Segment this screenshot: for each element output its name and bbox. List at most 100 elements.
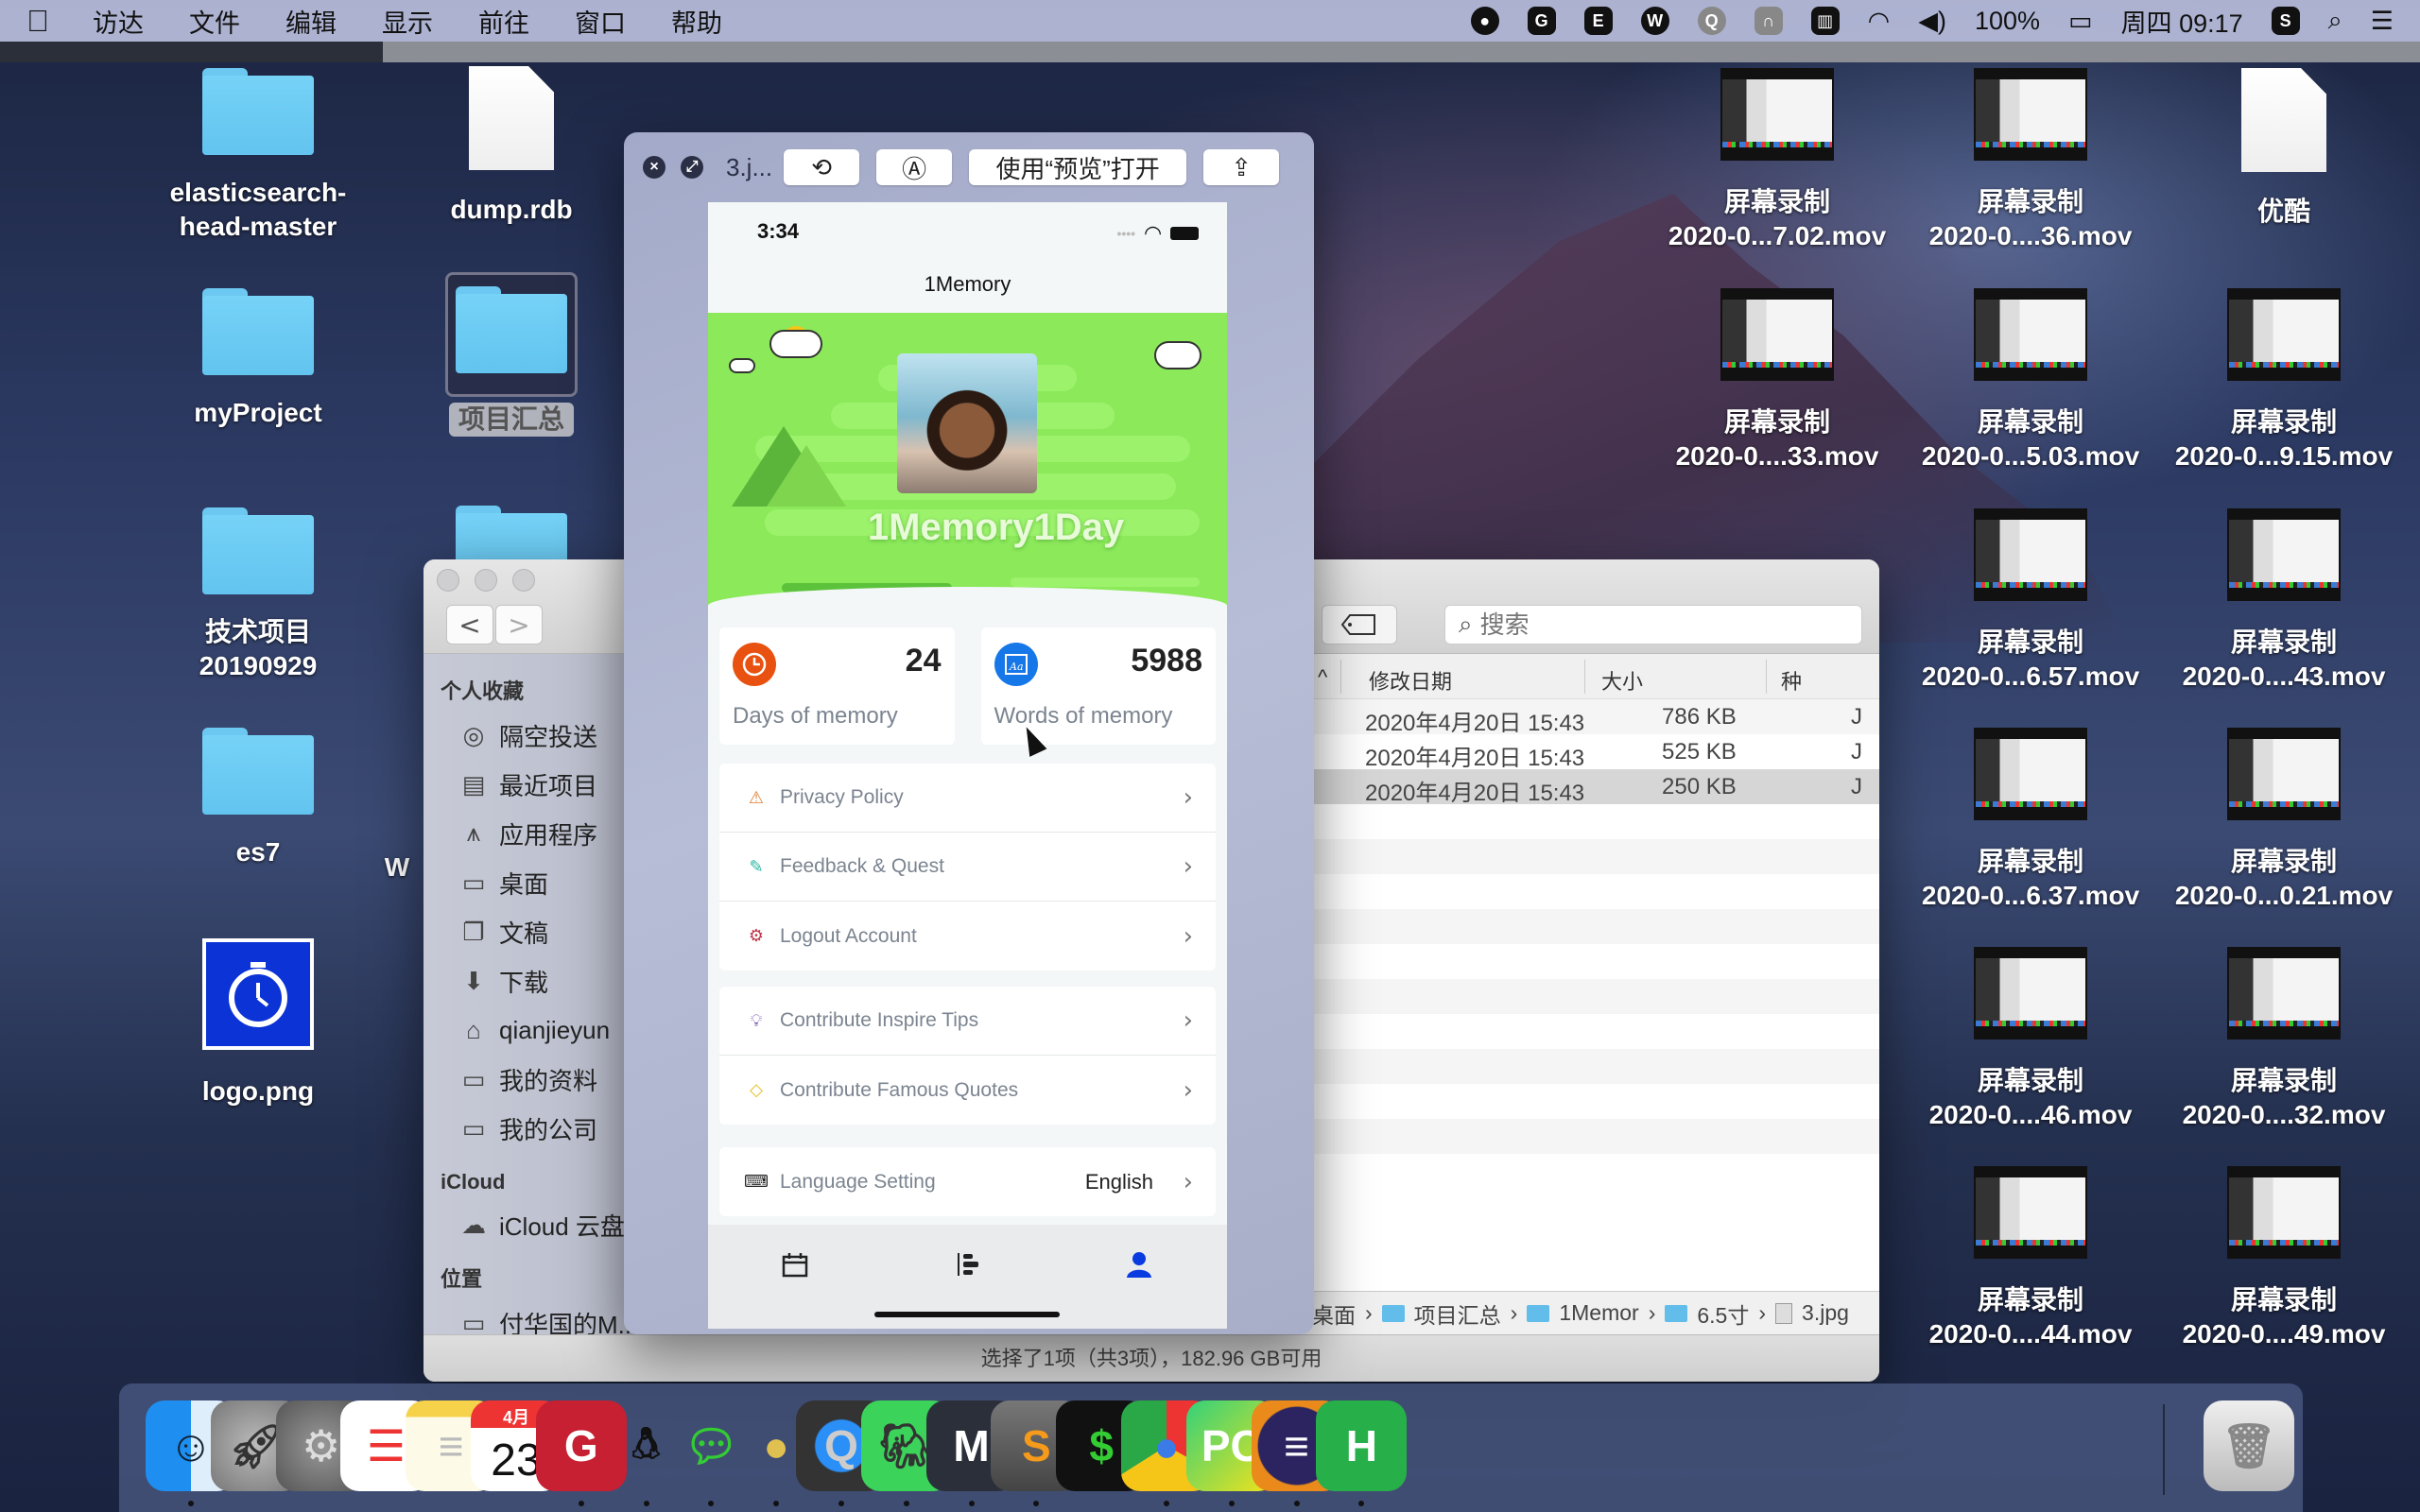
column-size[interactable]: 大小 (1601, 665, 1643, 696)
desktop-item[interactable]: 屏幕录制 2020-0....44.mov (1908, 1166, 2153, 1351)
window-controls (437, 569, 535, 592)
stat-days[interactable]: 24 Days of memory (719, 627, 955, 745)
open-with-preview-button[interactable]: 使用“预览”打开 (969, 149, 1187, 185)
desktop-item[interactable]: 屏幕录制 2020-0...6.37.mov (1908, 728, 2153, 913)
vpn-icon[interactable]: ∩ (1754, 7, 1783, 35)
sidebar-item-recents[interactable]: ▤ 最近项目 (424, 760, 641, 809)
file-row[interactable]: 2020年4月20日 15:43 250 KB J (1303, 769, 1879, 806)
search-field[interactable]: ⌕ (1444, 605, 1862, 644)
dock-app-hbuilder[interactable]: H (1316, 1400, 1408, 1491)
menu-item-famous-quotes[interactable]: ◇ Contribute Famous Quotes › (719, 1056, 1216, 1125)
close-button[interactable]: × (643, 156, 666, 179)
path-segment[interactable]: 项目汇总 (1414, 1297, 1501, 1330)
wifi-icon[interactable]: ◠ (1868, 7, 1891, 36)
desktop-item[interactable]: logo.png (135, 938, 381, 1108)
menu-file[interactable]: 文件 (189, 3, 240, 40)
clock[interactable]: 周四 09:17 (2121, 3, 2243, 40)
stat-words[interactable]: Aa 5988 Words of memory (980, 627, 1216, 745)
path-segment[interactable]: 1Memor (1559, 1300, 1638, 1326)
sidebar-item-airdrop[interactable]: ◎ 隔空投送 (424, 711, 641, 760)
back-button[interactable]: < (446, 605, 493, 644)
menu-item-feedback[interactable]: ✎ Feedback & Quest › (719, 833, 1216, 902)
volume-icon[interactable]: ◀) (1918, 7, 1946, 36)
spotlight-icon[interactable]: ⌕ (2328, 6, 2342, 36)
qq-icon[interactable]: Q (1697, 7, 1726, 35)
sidebar-item-documents[interactable]: ❐ 文稿 (424, 907, 641, 956)
record-icon[interactable]: ● (1470, 7, 1499, 35)
desktop-item[interactable]: 屏幕录制 2020-0...0.21.mov (2161, 728, 2407, 913)
g-app-icon[interactable]: G (1527, 7, 1556, 35)
desktop-item[interactable]: 屏幕录制 2020-0....36.mov (1908, 68, 2153, 253)
dock-app-trash[interactable]: 🗑︎ (2204, 1400, 2294, 1491)
menu-item-privacy-policy[interactable]: ⚠ Privacy Policy › (719, 764, 1216, 833)
sidebar-item-applications[interactable]: ⩚ 应用程序 (424, 809, 641, 858)
desktop-item-label: 屏幕录制 (1723, 407, 1830, 437)
wechat-icon[interactable]: W (1640, 7, 1669, 35)
zoom-button[interactable] (512, 569, 535, 592)
tab-timeline[interactable] (948, 1246, 986, 1283)
sidebar-item-icloud-drive[interactable]: ☁ iCloud 云盘 (424, 1200, 641, 1249)
markup-button[interactable]: Ⓐ (876, 149, 953, 185)
desktop-item[interactable]: elasticsearch- head-master (135, 68, 381, 244)
battery-percent[interactable]: 100% (1975, 7, 2040, 36)
desktop-item[interactable]: dump.rdb (389, 66, 634, 227)
tab-calendar[interactable] (776, 1246, 814, 1283)
path-segment[interactable]: 6.5寸 (1697, 1297, 1749, 1330)
desktop-item[interactable]: 屏幕录制 2020-0...9.15.mov (2161, 288, 2407, 473)
column-kind[interactable]: 种 (1781, 665, 1802, 696)
desktop-item[interactable]: myProject (135, 288, 381, 430)
desktop-item[interactable]: 屏幕录制 2020-0....32.mov (2161, 947, 2407, 1132)
menu-item-inspire-tips[interactable]: 💡︎ Contribute Inspire Tips › (719, 987, 1216, 1056)
menu-help[interactable]: 帮助 (671, 3, 722, 40)
apple-menu-icon[interactable]:  (26, 4, 55, 39)
desktop-item-selected[interactable]: 项目汇总 (389, 272, 634, 437)
menu-item-logout[interactable]: ⚙ Logout Account › (719, 902, 1216, 971)
desktop-item[interactable]: 优酷 (2161, 68, 2407, 229)
keyboard-icon[interactable]: ▥ (1810, 7, 1840, 35)
notification-center-icon[interactable]: ☰ (2371, 7, 2394, 36)
desktop-item[interactable]: 屏幕录制 2020-0....33.mov (1654, 288, 1900, 473)
sidebar-item-desktop[interactable]: ▭ 桌面 (424, 858, 641, 907)
menu-finder[interactable]: 访达 (93, 3, 144, 40)
sidebar-item-folder[interactable]: ▭ 我的公司 (424, 1104, 641, 1153)
file-row[interactable]: 2020年4月20日 15:43 525 KB J (1303, 734, 1879, 771)
rotate-button[interactable]: ⟲ (784, 149, 860, 185)
evernote-icon[interactable]: E (1583, 7, 1613, 35)
fullscreen-button[interactable]: ⤢ (681, 156, 703, 179)
menu-view[interactable]: 显示 (382, 3, 433, 40)
path-segment[interactable]: 桌面 (1312, 1297, 1356, 1330)
menu-window[interactable]: 窗口 (575, 3, 626, 40)
desktop-item[interactable]: 技术项目 20190929 (135, 507, 381, 683)
column-modified-date[interactable]: 修改日期 (1369, 665, 1452, 696)
path-segment[interactable]: 3.jpg (1802, 1300, 1849, 1326)
desktop-item[interactable]: es7 (135, 728, 381, 869)
desktop-item[interactable]: 屏幕录制 2020-0....43.mov (2161, 508, 2407, 694)
person-icon (1127, 1252, 1151, 1278)
tab-profile[interactable] (1120, 1246, 1158, 1283)
sidebar-item-downloads[interactable]: ⬇ 下载 (424, 956, 641, 1005)
close-button[interactable] (437, 569, 459, 592)
sort-arrow-icon[interactable]: ^ (1318, 665, 1327, 690)
forward-button[interactable]: > (495, 605, 543, 644)
tag-button[interactable] (1322, 605, 1397, 644)
running-indicator (903, 1501, 909, 1506)
pencil-icon: ✎ (749, 856, 764, 876)
sidebar-item-folder[interactable]: ▭ 我的资料 (424, 1055, 641, 1104)
s-app-icon[interactable]: S (2271, 7, 2300, 35)
desktop-item[interactable]: 屏幕录制 2020-0...6.57.mov (1908, 508, 2153, 694)
desktop-item-partial[interactable]: W (378, 850, 416, 885)
menu-item-language[interactable]: ⌨ Language Setting English › (719, 1147, 1216, 1216)
desktop-item[interactable]: 屏幕录制 2020-0....49.mov (2161, 1166, 2407, 1351)
desktop-item[interactable]: 屏幕录制 2020-0...7.02.mov (1654, 68, 1900, 253)
menu-edit[interactable]: 编辑 (285, 3, 337, 40)
battery-icon[interactable]: ▭ (2068, 7, 2093, 36)
minimize-button[interactable] (475, 569, 497, 592)
desktop-item[interactable]: 屏幕录制 2020-0....46.mov (1908, 947, 2153, 1132)
sidebar-item-home[interactable]: ⌂ qianjieyun (424, 1005, 641, 1055)
file-row[interactable]: 2020年4月20日 15:43 786 KB J (1303, 699, 1879, 736)
menu-go[interactable]: 前往 (478, 3, 529, 40)
avatar[interactable] (897, 353, 1037, 493)
search-input[interactable] (1479, 610, 1821, 640)
desktop-item[interactable]: 屏幕录制 2020-0...5.03.mov (1908, 288, 2153, 473)
share-button[interactable]: ⇪ (1203, 149, 1280, 185)
